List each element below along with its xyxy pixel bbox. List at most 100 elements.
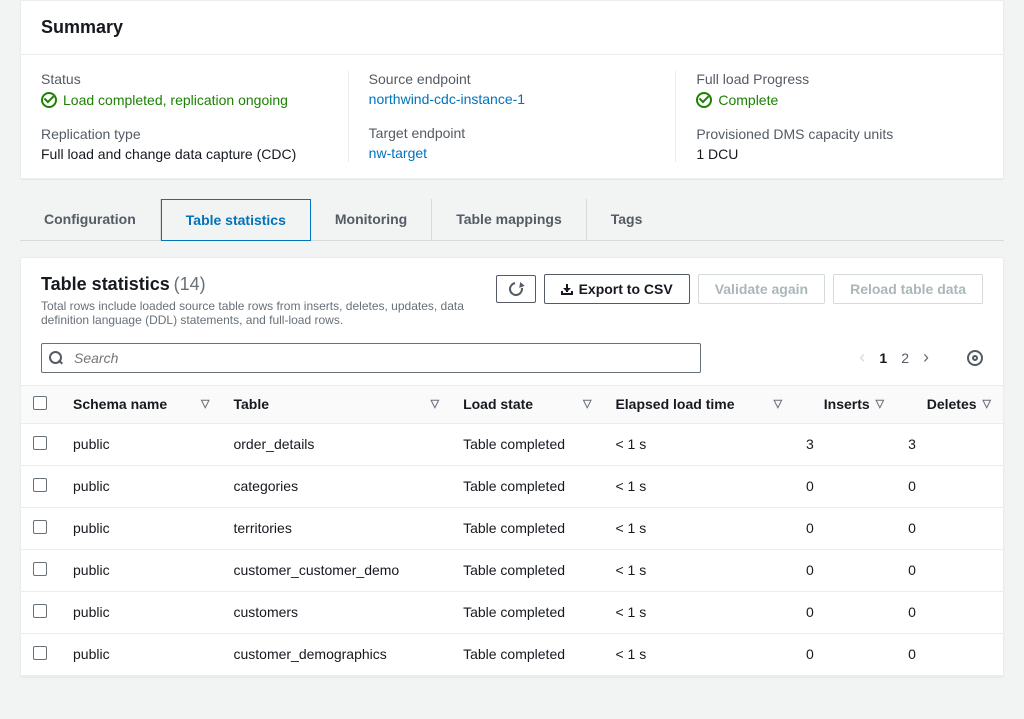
stats-count: (14) (174, 274, 206, 294)
stats-header: Table statistics (14) Total rows include… (21, 258, 1003, 335)
cell-inserts: 3 (794, 423, 896, 465)
cell-elapsed: < 1 s (603, 507, 794, 549)
tabs: Configuration Table statistics Monitorin… (20, 199, 1004, 241)
table-controls: ‹ 1 2 › (21, 335, 1003, 385)
status-label: Status (41, 71, 328, 87)
col-schema[interactable]: Schema name ▽ (61, 385, 221, 423)
cell-deletes: 3 (896, 423, 1003, 465)
gear-icon[interactable] (967, 350, 983, 366)
summary-body: Status Load completed, replication ongoi… (21, 55, 1003, 178)
col-inserts[interactable]: Inserts ▽ (794, 385, 896, 423)
cell-schema: public (61, 549, 221, 591)
col-load-state[interactable]: Load state▽ (451, 385, 603, 423)
cell-inserts: 0 (794, 549, 896, 591)
cell-deletes: 0 (896, 507, 1003, 549)
cell-elapsed: < 1 s (603, 423, 794, 465)
summary-col-2: Source endpoint northwind-cdc-instance-1… (349, 71, 677, 162)
check-circle-icon (696, 92, 712, 108)
table-row: publiccategoriesTable completed< 1 s00 (21, 465, 1003, 507)
full-load-progress-text: Complete (718, 92, 778, 108)
page-2[interactable]: 2 (901, 350, 909, 366)
cell-load-state: Table completed (451, 507, 603, 549)
table-statistics-card: Table statistics (14) Total rows include… (20, 257, 1004, 677)
cell-schema: public (61, 423, 221, 465)
tab-monitoring[interactable]: Monitoring (311, 199, 432, 240)
col-table[interactable]: Table ▽ (221, 385, 451, 423)
row-checkbox[interactable] (33, 604, 47, 618)
page-next-icon[interactable]: › (923, 347, 929, 368)
tab-tags[interactable]: Tags (587, 199, 667, 240)
sort-caret-icon: ▽ (201, 397, 209, 410)
export-csv-button[interactable]: Export to CSV (544, 274, 690, 304)
col-elapsed[interactable]: Elapsed load time ▽ (603, 385, 794, 423)
stats-title: Table statistics (41, 274, 170, 294)
cell-inserts: 0 (794, 507, 896, 549)
sort-caret-icon: ▽ (983, 397, 991, 410)
capacity-value: 1 DCU (696, 146, 983, 162)
row-checkbox[interactable] (33, 436, 47, 450)
cell-load-state: Table completed (451, 591, 603, 633)
row-checkbox[interactable] (33, 478, 47, 492)
cell-table: categories (221, 465, 451, 507)
cell-load-state: Table completed (451, 549, 603, 591)
cell-schema: public (61, 633, 221, 675)
cell-table: customer_customer_demo (221, 549, 451, 591)
select-all-checkbox[interactable] (33, 396, 47, 410)
source-endpoint-link[interactable]: northwind-cdc-instance-1 (369, 91, 656, 107)
row-checkbox[interactable] (33, 646, 47, 660)
summary-heading: Summary (41, 17, 983, 38)
refresh-icon (506, 279, 525, 298)
capacity-label: Provisioned DMS capacity units (696, 126, 983, 142)
sort-caret-icon: ▽ (431, 397, 439, 410)
pager: ‹ 1 2 › (859, 347, 983, 368)
col-elapsed-label: Elapsed load time (615, 396, 734, 412)
tab-table-statistics[interactable]: Table statistics (161, 199, 311, 241)
cell-inserts: 0 (794, 633, 896, 675)
tab-configuration[interactable]: Configuration (20, 199, 161, 240)
cell-schema: public (61, 465, 221, 507)
page-1[interactable]: 1 (879, 350, 887, 366)
cell-load-state: Table completed (451, 423, 603, 465)
refresh-button[interactable] (496, 275, 536, 303)
row-checkbox[interactable] (33, 562, 47, 576)
col-schema-label: Schema name (73, 396, 167, 412)
col-load-state-label: Load state (463, 396, 533, 412)
summary-header: Summary (21, 1, 1003, 55)
cell-deletes: 0 (896, 591, 1003, 633)
summary-card: Summary Status Load completed, replicati… (20, 0, 1004, 179)
cell-elapsed: < 1 s (603, 633, 794, 675)
row-checkbox[interactable] (33, 520, 47, 534)
col-inserts-label: Inserts (824, 396, 870, 412)
check-circle-icon (41, 92, 57, 108)
sort-caret-icon: ▽ (774, 397, 782, 410)
search-input[interactable] (41, 343, 701, 373)
cell-deletes: 0 (896, 549, 1003, 591)
status-value: Load completed, replication ongoing (41, 92, 288, 108)
search-wrap (41, 343, 701, 373)
cell-schema: public (61, 507, 221, 549)
tab-table-mappings[interactable]: Table mappings (432, 199, 587, 240)
export-csv-label: Export to CSV (579, 281, 673, 297)
full-load-progress-value: Complete (696, 92, 778, 108)
cell-schema: public (61, 591, 221, 633)
target-endpoint-link[interactable]: nw-target (369, 145, 656, 161)
status-text: Load completed, replication ongoing (63, 92, 288, 108)
stats-table: Schema name▽ Table▽ Load state▽ Elapsed … (21, 385, 1003, 676)
summary-col-1: Status Load completed, replication ongoi… (21, 71, 349, 162)
cell-deletes: 0 (896, 465, 1003, 507)
cell-table: territories (221, 507, 451, 549)
col-table-label: Table (233, 396, 269, 412)
source-endpoint-label: Source endpoint (369, 71, 656, 87)
stats-description: Total rows include loaded source table r… (41, 299, 496, 327)
sort-caret-icon: ▽ (876, 397, 884, 410)
full-load-progress-label: Full load Progress (696, 71, 983, 87)
reload-table-data-button[interactable]: Reload table data (833, 274, 983, 304)
col-deletes[interactable]: Deletes▽ (896, 385, 1003, 423)
download-icon (561, 283, 573, 295)
summary-col-3: Full load Progress Complete Provisioned … (676, 71, 1003, 162)
cell-table: customer_demographics (221, 633, 451, 675)
page-prev-icon[interactable]: ‹ (859, 347, 865, 368)
cell-deletes: 0 (896, 633, 1003, 675)
validate-again-button[interactable]: Validate again (698, 274, 825, 304)
cell-table: customers (221, 591, 451, 633)
